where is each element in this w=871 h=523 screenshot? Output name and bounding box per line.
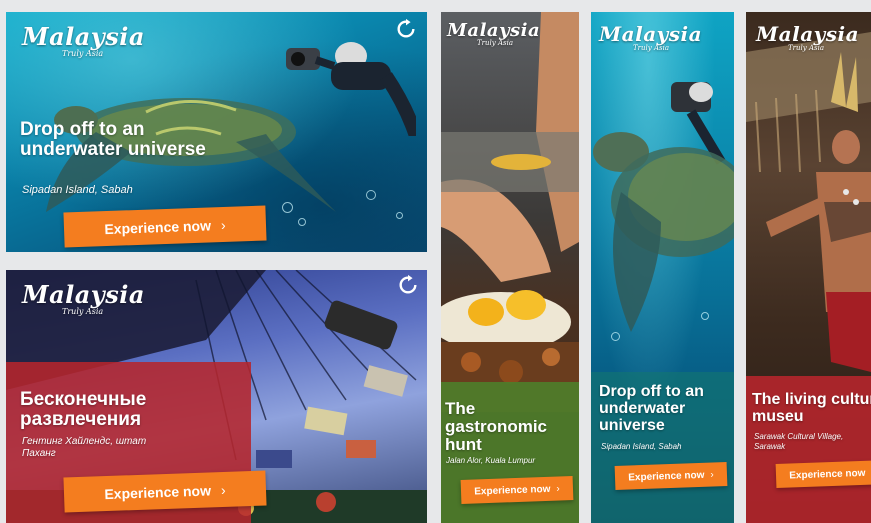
chevron-right-icon: › — [220, 481, 226, 498]
banner-location: Sarawak Cultural Village, Sarawak — [754, 432, 844, 451]
chevron-right-icon: › — [220, 216, 226, 233]
bubble-decoration — [298, 218, 306, 226]
malaysia-logo: Malaysia Truly Asia — [599, 22, 703, 52]
banner-underwater-wide[interactable]: Malaysia Truly Asia Drop off to an under… — [6, 12, 427, 252]
banner-headline: Drop off to an underwater universe — [20, 119, 206, 160]
banner-amusement-wide[interactable]: Malaysia Truly Asia Бесконечные развлече… — [6, 270, 427, 523]
bubble-decoration — [396, 212, 403, 219]
banner-underwater-tall[interactable]: Malaysia Truly Asia Drop off to an under… — [591, 12, 734, 523]
banner-location: Sipadan Island, Sabah — [601, 442, 682, 451]
banner-location: Sipadan Island, Sabah — [22, 184, 133, 196]
bubble-decoration — [611, 332, 620, 341]
chevron-right-icon: › — [710, 469, 714, 481]
banner-headline: Drop off to an underwater universe — [599, 383, 704, 434]
cta-label: Experience now — [628, 469, 705, 483]
replay-icon[interactable] — [395, 18, 417, 40]
banner-food-tall[interactable]: Malaysia Truly Asia The gastronomic hunt… — [441, 12, 579, 523]
cta-label: Experience now — [789, 467, 866, 481]
experience-now-button[interactable]: Experience now › — [614, 462, 728, 490]
cta-label: Experience now — [474, 483, 551, 497]
experience-now-button[interactable]: Experience now › — [63, 205, 267, 248]
banner-headline: The living cultural museu — [752, 391, 871, 425]
malaysia-logo: Malaysia Truly Asia — [447, 20, 541, 47]
banner-location: Гентинг Хайлендс, штат Паханг — [22, 436, 147, 459]
banner-headline: The gastronomic hunt — [445, 399, 548, 454]
sea-turtle-image — [593, 82, 734, 332]
malaysia-logo: Malaysia Truly Asia — [22, 22, 145, 58]
experience-now-button[interactable]: Experience now › — [460, 476, 574, 504]
malaysia-logo: Malaysia Truly Asia — [22, 280, 145, 316]
bubble-decoration — [701, 312, 709, 320]
bubble-decoration — [366, 190, 376, 200]
malaysia-logo: Malaysia Truly Asia — [756, 22, 860, 52]
banner-culture-tall[interactable]: Malaysia Truly Asia The living cultural … — [746, 12, 871, 523]
bubble-decoration — [282, 202, 293, 213]
cta-label: Experience now — [104, 481, 212, 502]
banner-headline: Бесконечные развлечения — [20, 389, 147, 430]
chevron-right-icon: › — [556, 483, 560, 495]
experience-now-button[interactable]: Experience now› — [775, 460, 871, 488]
banner-location: Jalan Alor, Kuala Lumpur — [446, 456, 536, 465]
experience-now-button[interactable]: Experience now › — [63, 470, 267, 513]
cta-label: Experience now — [104, 216, 212, 237]
scuba-diver-image — [286, 42, 416, 136]
replay-icon[interactable] — [397, 274, 419, 296]
